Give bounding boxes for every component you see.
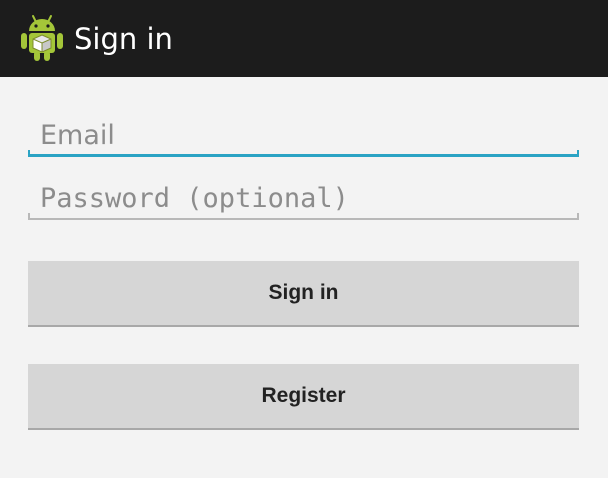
android-robot-icon — [21, 15, 63, 61]
password-field-container — [28, 176, 579, 220]
email-field[interactable] — [28, 113, 579, 157]
sign-in-screen: Sign in Sign in Register — [0, 0, 608, 478]
email-field-container — [28, 113, 579, 157]
password-underline-tick-right — [577, 213, 579, 220]
password-underline — [28, 218, 579, 220]
sign-in-button[interactable]: Sign in — [28, 261, 579, 325]
register-button[interactable]: Register — [28, 364, 579, 428]
action-bar: Sign in — [0, 0, 608, 77]
email-underline — [28, 154, 579, 157]
password-field[interactable] — [28, 176, 579, 220]
email-underline-tick-left — [28, 150, 30, 157]
page-title: Sign in — [74, 22, 173, 56]
password-underline-tick-left — [28, 213, 30, 220]
email-underline-tick-right — [577, 150, 579, 157]
